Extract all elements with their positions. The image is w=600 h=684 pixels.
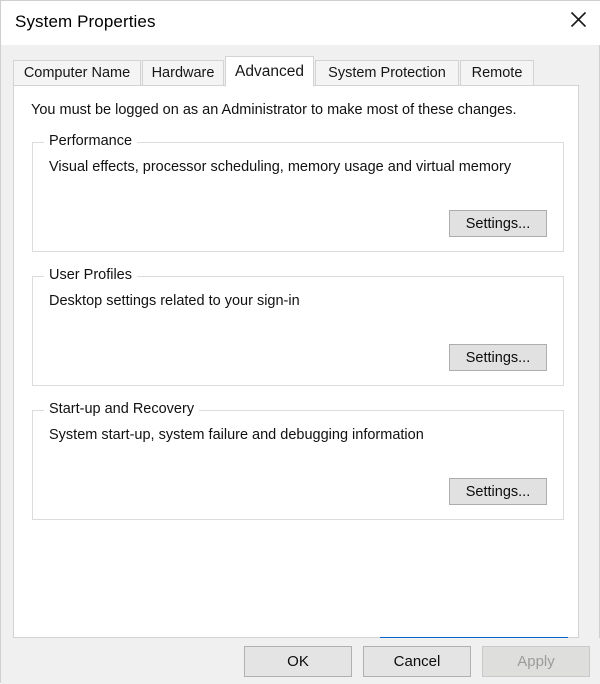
group-startup-and-recovery: Start-up and Recovery System start-up, s… [32,401,564,520]
group-legend-performance: Performance [44,133,138,149]
button-label: Settings... [465,349,531,366]
tab-label: Hardware [151,65,215,81]
advanced-tab-panel: You must be logged on as an Administrato… [13,85,579,669]
administrator-note: You must be logged on as an Administrato… [31,102,517,118]
tab-system-protection[interactable]: System Protection [315,60,459,86]
ok-button[interactable]: OK [244,646,352,677]
close-icon [570,11,587,28]
tab-remote[interactable]: Remote [460,60,534,86]
tab-label: Advanced [235,62,304,80]
button-label: Settings... [465,483,531,500]
tab-strip: Computer Name Hardware Advanced System P… [13,56,579,87]
close-button[interactable] [555,1,600,37]
title-bar: System Properties [1,1,600,45]
group-performance: Performance Visual effects, processor sc… [32,133,564,252]
cancel-button[interactable]: Cancel [363,646,471,677]
startup-recovery-settings-button[interactable]: Settings... [449,478,547,505]
group-description-performance: Visual effects, processor scheduling, me… [49,159,512,175]
apply-button: Apply [482,646,590,677]
button-label: Settings... [465,215,531,232]
tab-label: Computer Name [23,65,131,81]
dialog-footer: OK Cancel Apply [1,638,600,684]
button-label: OK [287,653,309,670]
tab-computer-name[interactable]: Computer Name [13,60,141,86]
tab-hardware[interactable]: Hardware [142,60,224,86]
group-legend-user-profiles: User Profiles [44,267,137,283]
page-title: System Properties [15,12,156,31]
group-description-startup-and-recovery: System start-up, system failure and debu… [49,427,424,443]
user-profiles-settings-button[interactable]: Settings... [449,344,547,371]
tab-label: System Protection [328,65,446,81]
button-label: Apply [517,653,555,670]
system-properties-dialog: System Properties Computer Name Hardware… [0,0,600,684]
tab-advanced[interactable]: Advanced [225,56,314,87]
group-user-profiles: User Profiles Desktop settings related t… [32,267,564,386]
tab-label: Remote [471,65,523,81]
group-legend-startup-and-recovery: Start-up and Recovery [44,401,200,417]
performance-settings-button[interactable]: Settings... [449,210,547,237]
button-label: Cancel [393,653,441,670]
group-description-user-profiles: Desktop settings related to your sign-in [49,293,300,309]
